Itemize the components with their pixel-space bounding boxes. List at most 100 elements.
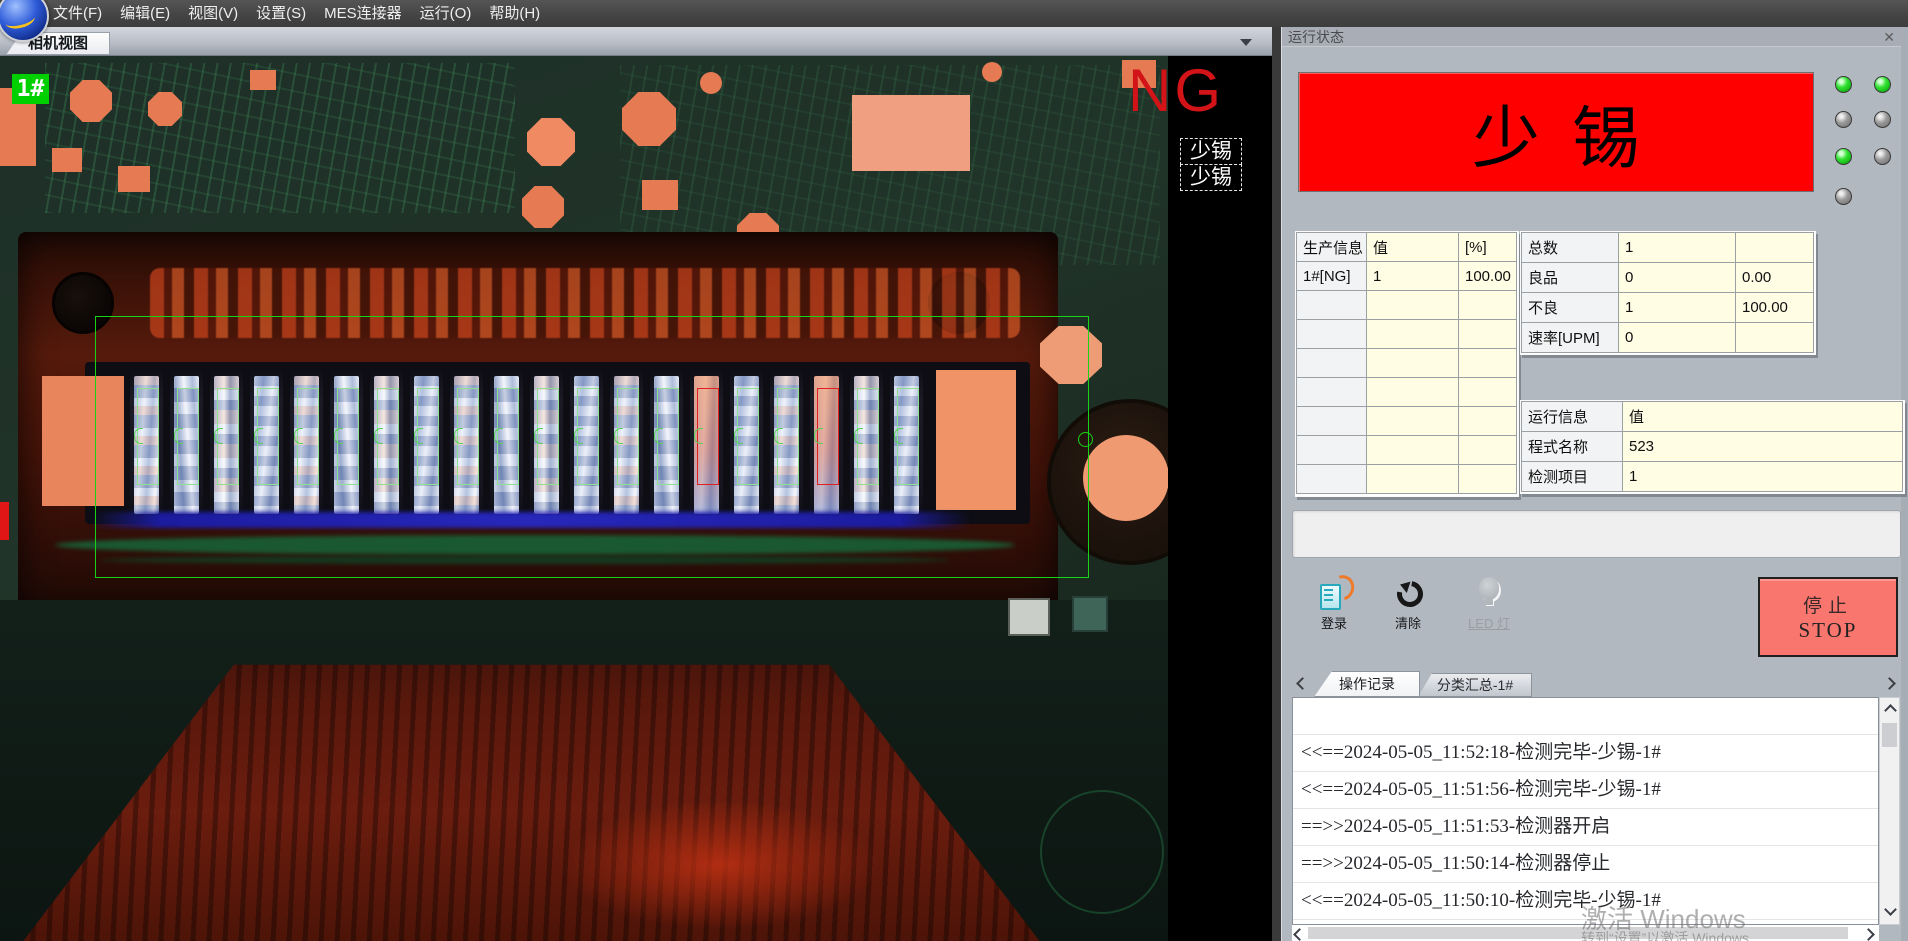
table-cell: 值: [1623, 402, 1903, 432]
hscroll-thumb[interactable]: [1308, 927, 1848, 939]
scroll-up-icon[interactable]: [1884, 704, 1897, 717]
log-entry: ==>>2024-05-05_11:51:53-检测器开启: [1293, 809, 1878, 846]
alarm-banner: 少锡: [1298, 72, 1814, 192]
panel-title: 运行状态: [1288, 29, 1344, 45]
menu-item[interactable]: 编辑(E): [111, 0, 179, 27]
table-cell: 1: [1619, 293, 1736, 323]
scroll-left-icon[interactable]: [1293, 928, 1306, 941]
clear-button[interactable]: 清除: [1376, 575, 1440, 641]
stop-button[interactable]: 停止 STOP: [1758, 577, 1898, 657]
message-box: [1292, 510, 1901, 558]
pcb-traces: [45, 63, 515, 213]
stop-label-en: STOP: [1799, 618, 1858, 643]
table-cell: [1459, 407, 1517, 436]
clear-label: 清除: [1376, 613, 1440, 632]
table-cell: 0: [1619, 323, 1736, 353]
menu-item-list: 文件(F)编辑(E)视图(V)设置(S)MES连接器运行(O)帮助(H): [44, 0, 549, 27]
clear-arrow-icon: [1393, 577, 1423, 607]
stats-table: 总数1良品00.00不良1100.00速率[UPM]0: [1520, 231, 1816, 355]
defect-tag: 少锡: [1180, 138, 1242, 165]
status-indicator-off: [1874, 148, 1891, 165]
table-cell: [1297, 436, 1367, 465]
tab-category-summary[interactable]: 分类汇总-1#: [1418, 673, 1532, 697]
menu-item[interactable]: 文件(F): [44, 0, 111, 27]
edge-marker: [0, 502, 9, 540]
operation-log-list: <<==2024-05-05_11:52:18-检测完毕-少锡-1#<<==20…: [1292, 697, 1879, 925]
status-indicator-off: [1835, 188, 1852, 205]
flex-cable-highlight: [560, 800, 880, 930]
table-cell: [1367, 407, 1459, 436]
table-cell: 1#[NG]: [1297, 262, 1367, 291]
component: [1072, 596, 1108, 632]
log-entry: ==>>2024-05-05_11:50:14-检测器停止: [1293, 846, 1878, 883]
camera-id-badge: 1#: [12, 74, 49, 104]
table-cell: [1367, 378, 1459, 407]
production-table: 生产信息值[%]1#[NG]1100.00: [1295, 231, 1519, 497]
menu-item[interactable]: MES连接器: [315, 0, 411, 27]
log-tab-strip: 操作记录 分类汇总-1#: [1292, 669, 1900, 697]
copper-pad: [527, 118, 575, 166]
table-cell: 523: [1623, 432, 1903, 462]
table-cell: [1297, 349, 1367, 378]
component: [1008, 598, 1050, 636]
vscroll-thumb[interactable]: [1882, 723, 1897, 747]
menu-item[interactable]: 视图(V): [179, 0, 247, 27]
table-cell: [1297, 291, 1367, 320]
table-cell: 100.00: [1459, 262, 1517, 291]
copper-pad: [982, 62, 1002, 82]
log-entry: <<==2024-05-05_11:51:56-检测完毕-少锡-1#: [1293, 772, 1878, 809]
roi-circle-marker: [1078, 432, 1093, 447]
inspection-roi-box: [95, 316, 1089, 578]
copper-pad: [118, 166, 150, 192]
menu-item[interactable]: 运行(O): [411, 0, 481, 27]
menu-item[interactable]: 帮助(H): [480, 0, 549, 27]
table-cell: 1: [1623, 462, 1903, 492]
inspection-result-text: NG: [1128, 59, 1224, 123]
led-lamp-button[interactable]: LED 灯: [1457, 575, 1521, 641]
tab-operation-log[interactable]: 操作记录: [1314, 671, 1420, 697]
stop-label-cn: 停止: [1803, 591, 1853, 618]
status-indicator-on: [1835, 148, 1852, 165]
table-cell: 1: [1367, 262, 1459, 291]
table-cell: [1459, 436, 1517, 465]
log-row-empty: [1293, 698, 1878, 735]
tab-dropdown-arrow-icon[interactable]: [1240, 39, 1252, 46]
table-cell: [%]: [1459, 233, 1517, 262]
table-cell: [1459, 291, 1517, 320]
copper-pad: [642, 180, 678, 210]
table-cell: [1367, 320, 1459, 349]
scroll-down-icon[interactable]: [1884, 903, 1897, 916]
view-tab-bar: 相机视图: [0, 27, 1272, 56]
table-cell: 良品: [1522, 263, 1619, 293]
table-cell: [1297, 407, 1367, 436]
table-cell: [1459, 378, 1517, 407]
login-button[interactable]: 登录: [1302, 575, 1366, 641]
menu-item[interactable]: 设置(S): [247, 0, 315, 27]
log-vertical-scrollbar[interactable]: [1879, 697, 1900, 925]
close-icon[interactable]: ✕: [1883, 27, 1895, 47]
table-cell: [1459, 349, 1517, 378]
table-cell: [1459, 320, 1517, 349]
pcb-ring-trace: [1040, 790, 1164, 914]
table-cell: 运行信息: [1522, 402, 1623, 432]
table-cell: 0.00: [1736, 263, 1814, 293]
table-cell: 程式名称: [1522, 432, 1623, 462]
table-cell: [1367, 465, 1459, 494]
table-cell: [1736, 323, 1814, 353]
status-indicator-off: [1874, 111, 1891, 128]
led-lamp-label: LED 灯: [1457, 613, 1521, 632]
log-entry: <<==2024-05-05_11:52:18-检测完毕-少锡-1#: [1293, 735, 1878, 772]
table-cell: [1367, 436, 1459, 465]
camera-view: 1# NG 少锡少锡: [0, 55, 1272, 941]
table-cell: [1736, 233, 1814, 263]
table-cell: 生产信息: [1297, 233, 1367, 262]
status-indicator-on: [1874, 76, 1891, 93]
tab-scroll-left-icon[interactable]: [1296, 677, 1309, 690]
table-cell: 1: [1619, 233, 1736, 263]
defect-tag: 少锡: [1180, 164, 1242, 191]
copper-pad: [852, 95, 970, 171]
table-cell: 总数: [1522, 233, 1619, 263]
status-indicator-on: [1835, 76, 1852, 93]
scroll-right-icon[interactable]: [1862, 928, 1875, 941]
table-cell: [1367, 349, 1459, 378]
